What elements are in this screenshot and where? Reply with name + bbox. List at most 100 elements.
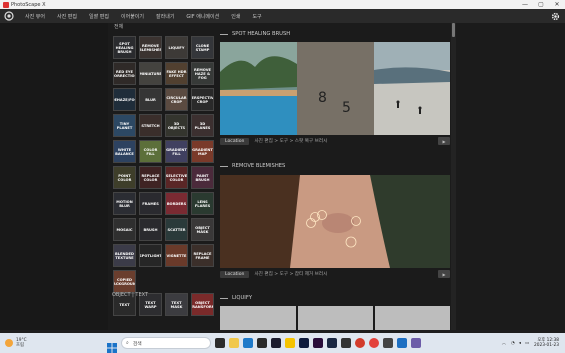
task-view-icon[interactable]	[215, 338, 225, 348]
file-explorer-icon[interactable]	[229, 338, 239, 348]
chrome-browser-icon[interactable]	[369, 338, 379, 348]
close-button[interactable]: ✕	[549, 0, 565, 9]
kakaotalk-icon[interactable]	[285, 338, 295, 348]
tile-text-mask[interactable]: TEXT MASK	[165, 293, 188, 316]
tile-remove-haze-fog[interactable]: REMOVE HAZE & FOG	[191, 62, 214, 85]
tile-panel-header: 전체	[114, 24, 124, 30]
maximize-button[interactable]: ▢	[533, 0, 549, 9]
tile-miniature[interactable]: MINIATURE	[139, 62, 162, 85]
tile-stretch[interactable]: STRETCH	[139, 114, 162, 137]
photoshop-icon[interactable]	[299, 338, 309, 348]
tile-selective-color[interactable]: SELECTIVE COLOR	[165, 166, 188, 189]
windows-taskbar: 19°C 흐림 ⌕ 검색 ︿ ◔ ◂ ▭ 오후 12:38 2023-01-23	[0, 333, 565, 353]
play-video-icon[interactable]: ▶	[438, 137, 450, 145]
tile-replace-color[interactable]: REPLACE COLOR	[139, 166, 162, 189]
weather-desc: 흐림	[16, 343, 24, 348]
tile-frames[interactable]: FRAMES	[139, 192, 162, 215]
liquify-demo-image	[220, 306, 450, 330]
app-icon[interactable]	[341, 338, 351, 348]
menu-item-viewer[interactable]: 사진 뷰어	[19, 13, 51, 20]
tile-point-color[interactable]: POINT COLOR	[113, 166, 136, 189]
tile-object-transform[interactable]: OBJECT TRANSFORM	[191, 293, 214, 316]
tile-fake-hdr-effect[interactable]: FAKE HDR EFFECT	[165, 62, 188, 85]
battery-icon[interactable]: ▭	[525, 341, 529, 346]
spot-healing-demo-image: 8 5	[220, 42, 450, 135]
tile-gradient-map[interactable]: GRADIENT MAP	[191, 140, 214, 163]
svg-text:8: 8	[318, 90, 327, 106]
tile-3d-objects[interactable]: 3D OBJECTS	[165, 114, 188, 137]
tile-borders[interactable]: BORDERS	[165, 192, 188, 215]
tile-liquify[interactable]: LIQUIFY	[165, 36, 188, 59]
system-tray: ︿ ◔ ◂ ▭ 오후 12:38 2023-01-23	[502, 333, 565, 353]
gear-icon[interactable]	[549, 10, 561, 22]
tile-perspective-crop[interactable]: PERSPECTIVE CROP	[191, 88, 214, 111]
feature-caption-bar: Location 사진 편집 > 도구 > 스팟 복구 브러시 ▶	[220, 136, 450, 146]
tile-circular-crop[interactable]: CIRCULAR CROP	[165, 88, 188, 111]
clock[interactable]: 오후 12:38 2023-01-23	[534, 338, 559, 348]
menu-item-editor[interactable]: 사진 편집	[51, 13, 83, 20]
window-title: PhotoScape X	[11, 1, 46, 8]
app-icon[interactable]	[383, 338, 393, 348]
scrollbar-thumb[interactable]	[452, 23, 455, 37]
search-icon: ⌕	[126, 340, 129, 346]
search-placeholder: 검색	[132, 341, 142, 347]
tile-replace-frame[interactable]: REPLACE FRAME	[191, 244, 214, 267]
feature-title: REMOVE BLEMISHES	[220, 163, 285, 169]
aperture-icon[interactable]	[3, 10, 15, 22]
volume-icon[interactable]: ◂	[519, 341, 521, 346]
tile-mosaic[interactable]: MOSAIC	[113, 218, 136, 241]
location-path: 사진 편집 > 도구 > 스팟 복구 브러시	[254, 139, 328, 144]
menu-item-batch[interactable]: 일괄 편집	[83, 13, 115, 20]
tray-chevron-icon[interactable]: ︿	[502, 340, 506, 346]
tile-3d-planes[interactable]: 3D PLANES	[191, 114, 214, 137]
menu-item-tools[interactable]: 도구	[246, 13, 267, 20]
tile-copied-background[interactable]: COPIED BACKGROUND	[113, 270, 136, 293]
tile-blur[interactable]: BLUR	[139, 88, 162, 111]
wifi-icon[interactable]: ◔	[511, 341, 515, 346]
menu-bar: 사진 뷰어 사진 편집 일괄 편집 이어붙이기 잘라내기 GIF 애니메이션 인…	[0, 9, 565, 23]
tile-white-balance[interactable]: WHITE BALANCE	[113, 140, 136, 163]
clock-date: 2023-01-23	[534, 343, 559, 348]
tile-clone-stamp[interactable]: CLONE STAMP	[191, 36, 214, 59]
weather-widget[interactable]: 19°C 흐림	[5, 335, 45, 351]
right-margin	[456, 23, 565, 330]
tile-object-mask[interactable]: OBJECT MASK	[191, 218, 214, 241]
section-header-object-text: OBJECT | TEXT	[112, 292, 149, 298]
menu-item-combine[interactable]: 이어붙이기	[115, 13, 150, 20]
menu-item-print[interactable]: 인쇄	[225, 13, 246, 20]
tile-spot-healing-brush[interactable]: SPOT HEALING BRUSH	[113, 36, 136, 59]
minimize-button[interactable]: —	[517, 0, 533, 9]
remove-blemishes-demo-image	[220, 175, 450, 268]
play-video-icon[interactable]: ▶	[438, 270, 450, 278]
taskbar-search-input[interactable]: ⌕ 검색	[121, 337, 211, 349]
photoscape-icon[interactable]	[355, 338, 365, 348]
store-icon[interactable]	[257, 338, 267, 348]
tile-scatter[interactable]: SCATTER	[165, 218, 188, 241]
feature-title: SPOT HEALING BRUSH	[220, 31, 290, 37]
app-icon[interactable]	[411, 338, 421, 348]
tile-gradient-fill[interactable]: GRADIENT FILL	[165, 140, 188, 163]
menu-item-gif[interactable]: GIF 애니메이션	[180, 13, 225, 20]
premiere-icon[interactable]	[313, 338, 323, 348]
tile-color-fill[interactable]: COLOR FILL	[139, 140, 162, 163]
tile-brush[interactable]: BRUSH	[139, 218, 162, 241]
weather-icon	[5, 339, 13, 347]
tile-blended-texture[interactable]: BLENDED TEXTURE	[113, 244, 136, 267]
app-icon[interactable]	[271, 338, 281, 348]
lightroom-icon[interactable]	[327, 338, 337, 348]
tile-motion-blur[interactable]: MOTION BLUR	[113, 192, 136, 215]
tile-remove-blemishes[interactable]: REMOVE BLEMISHES	[139, 36, 162, 59]
tile-paint-brush[interactable]: PAINT BRUSH	[191, 166, 214, 189]
app-window: PhotoScape X — ▢ ✕ 사진 뷰어 사진 편집 일괄 편집 이어붙…	[0, 0, 565, 353]
edge-browser-icon[interactable]	[243, 338, 253, 348]
menu-item-cut[interactable]: 잘라내기	[150, 13, 180, 20]
tile-tiny-planet[interactable]: TINY PLANET	[113, 114, 136, 137]
app-icon[interactable]	[397, 338, 407, 348]
tile-vignette[interactable]: VIGNETTE	[165, 244, 188, 267]
tile-lens-flares[interactable]: LENS FLARES	[191, 192, 214, 215]
windows-start-icon[interactable]	[107, 338, 117, 353]
location-path: 사진 편집 > 도구 > 잡티 제거 브러시	[254, 272, 328, 277]
tile-spotlight[interactable]: SPOTLIGHT	[139, 244, 162, 267]
tile-red-eye-correction[interactable]: RED EYE CORRECTION	[113, 62, 136, 85]
tile-dehaze-fog[interactable]: DEHAZE/FOG	[113, 88, 136, 111]
